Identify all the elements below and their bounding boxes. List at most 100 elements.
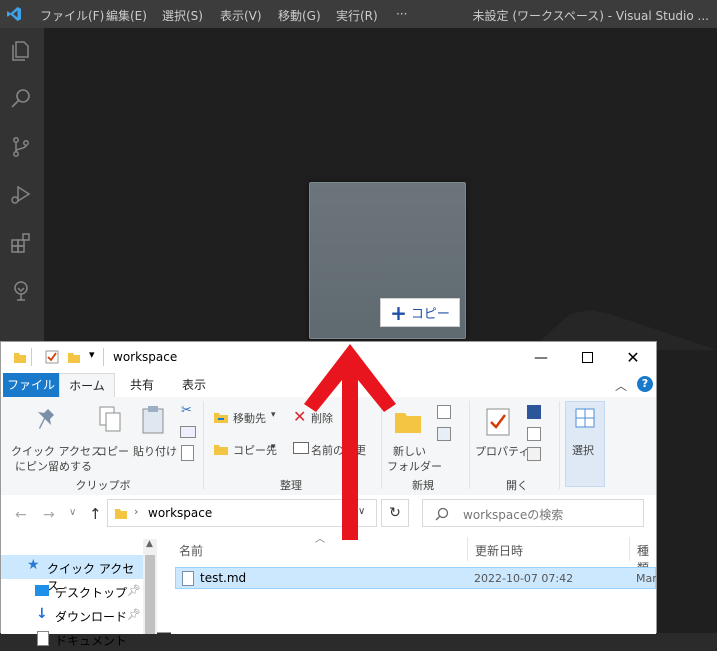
folder-icon bbox=[14, 353, 26, 363]
search-icon[interactable] bbox=[6, 84, 36, 114]
minimize-icon[interactable]: — bbox=[518, 342, 564, 373]
star-icon: ★ bbox=[27, 557, 40, 573]
new-folder-quick-icon[interactable] bbox=[67, 350, 81, 364]
explorer-icon[interactable] bbox=[6, 36, 36, 66]
copy-to-dropdown-icon: ▾ bbox=[271, 442, 276, 452]
maximize-icon[interactable] bbox=[564, 342, 610, 373]
desktop-icon bbox=[35, 585, 49, 596]
quick-toolbar-dropdown-icon[interactable]: ▾ bbox=[89, 348, 95, 361]
document-icon bbox=[37, 631, 49, 646]
column-divider bbox=[467, 537, 468, 561]
menu-go[interactable]: 移動(G) bbox=[278, 7, 321, 24]
properties-button[interactable]: プロパティ bbox=[473, 401, 529, 471]
scroll-thumb[interactable] bbox=[145, 555, 155, 634]
group-divider bbox=[559, 401, 560, 489]
divider bbox=[31, 348, 32, 366]
copy-badge: + コピー bbox=[380, 298, 460, 327]
column-modified[interactable]: 更新日時 bbox=[475, 542, 523, 559]
paste-shortcut-icon[interactable] bbox=[181, 445, 194, 461]
properties-label: プロパティ bbox=[475, 445, 530, 458]
table-row[interactable]: test.md 2022-10-07 07:42 Mar bbox=[175, 567, 656, 589]
search-icon bbox=[435, 507, 449, 521]
pin-label-1: クイック アクセス bbox=[11, 445, 102, 458]
new-item-icon[interactable] bbox=[437, 405, 451, 419]
menu-view[interactable]: 表示(V) bbox=[220, 7, 262, 24]
move-to-button[interactable]: 移動先 ▾ bbox=[211, 407, 281, 429]
vscode-titlebar: ファイル(F) 編集(E) 選択(S) 表示(V) 移動(G) 実行(R) ··… bbox=[0, 0, 717, 28]
new-item-small-buttons bbox=[435, 405, 463, 465]
extensions-icon[interactable] bbox=[6, 228, 36, 258]
group-divider bbox=[203, 401, 204, 489]
pin-icon bbox=[38, 409, 54, 429]
recent-dropdown-icon[interactable]: ∨ bbox=[69, 507, 76, 518]
edit-icon[interactable] bbox=[527, 427, 541, 441]
properties-check-icon[interactable] bbox=[45, 350, 59, 364]
source-control-icon[interactable] bbox=[6, 132, 36, 162]
red-arrow-icon bbox=[304, 344, 396, 540]
properties-icon bbox=[486, 408, 510, 436]
nav-item-quick-access[interactable]: ★ クイック アクセス bbox=[1, 555, 143, 593]
nav-item-documents[interactable]: ドキュメント bbox=[1, 627, 143, 651]
nav-scrollbar[interactable]: ▲ bbox=[143, 539, 157, 634]
nav-item-downloads[interactable]: ↓ ダウンロード 📌︎ bbox=[1, 603, 143, 627]
tab-file[interactable]: ファイル bbox=[3, 373, 59, 397]
vscode-open-icon[interactable] bbox=[527, 405, 541, 419]
menu-run[interactable]: 実行(R) bbox=[336, 7, 378, 24]
column-divider bbox=[629, 537, 630, 561]
nav-label: ダウンロード bbox=[55, 610, 128, 624]
copy-to-button[interactable]: コピー先 ▾ bbox=[211, 439, 281, 461]
file-type: Mar bbox=[636, 572, 656, 585]
pinned-icon: 📌︎ bbox=[127, 584, 141, 597]
close-icon[interactable]: ✕ bbox=[610, 342, 656, 373]
copy-badge-label: コピー bbox=[410, 307, 450, 322]
up-icon[interactable]: ↑ bbox=[89, 505, 102, 523]
vscode-logo-icon bbox=[7, 7, 21, 21]
menu-edit[interactable]: 編集(E) bbox=[106, 7, 147, 24]
copy-to-icon bbox=[214, 445, 228, 455]
explorer-title: workspace bbox=[113, 350, 178, 364]
ribbon-collapse-icon[interactable]: ︿ bbox=[615, 377, 627, 394]
nav-item-desktop[interactable]: デスクトップ 📌︎ bbox=[1, 579, 143, 603]
address-path: workspace bbox=[148, 506, 213, 520]
move-to-label: 移動先 bbox=[233, 412, 266, 425]
easy-access-icon[interactable] bbox=[437, 427, 451, 441]
paste-button[interactable]: 貼り付け bbox=[132, 401, 177, 471]
tab-view[interactable]: 表示 bbox=[171, 373, 217, 397]
nav-label: ドキュメント bbox=[55, 634, 128, 648]
group-divider bbox=[469, 401, 470, 489]
search-box[interactable]: workspaceの検索 bbox=[422, 499, 644, 527]
file-modified: 2022-10-07 07:42 bbox=[474, 572, 574, 585]
nav-label: デスクトップ bbox=[55, 586, 128, 600]
select-label: 選択 bbox=[572, 444, 594, 457]
scroll-up-icon[interactable]: ▲ bbox=[146, 539, 153, 549]
new-group-label: 新規 bbox=[412, 479, 434, 492]
menu-selection[interactable]: 選択(S) bbox=[162, 7, 203, 24]
open-group-label: 開く bbox=[506, 479, 528, 492]
download-icon: ↓ bbox=[36, 606, 48, 622]
tab-share[interactable]: 共有 bbox=[119, 373, 165, 397]
back-icon[interactable]: ← bbox=[15, 507, 27, 523]
help-icon[interactable]: ? bbox=[637, 376, 653, 392]
scissors-icon[interactable]: ✂ bbox=[181, 403, 192, 418]
menu-file[interactable]: ファイル(F) bbox=[40, 7, 104, 24]
pin-quick-access-button[interactable]: クイック アクセス にピン留めする bbox=[7, 401, 102, 473]
run-debug-icon[interactable] bbox=[6, 180, 36, 210]
copy-button[interactable]: コピー bbox=[94, 401, 129, 471]
plus-icon: + bbox=[390, 300, 407, 325]
pin-label-2: にピン留めする bbox=[15, 460, 92, 473]
select-button[interactable]: 選択 bbox=[565, 401, 605, 487]
divider bbox=[103, 348, 104, 366]
menu-more[interactable]: ··· bbox=[396, 7, 407, 21]
folder-icon bbox=[115, 509, 127, 519]
column-name[interactable]: 名前 bbox=[179, 542, 203, 559]
history-icon[interactable] bbox=[527, 447, 541, 461]
tab-home[interactable]: ホーム bbox=[59, 373, 115, 397]
remote-icon[interactable] bbox=[6, 276, 36, 306]
open-small-buttons bbox=[525, 405, 553, 465]
clipboard-small-buttons: ✂ bbox=[179, 403, 196, 465]
copy-icon bbox=[99, 406, 121, 432]
search-placeholder: workspaceの検索 bbox=[463, 508, 564, 522]
copy-path-icon[interactable] bbox=[180, 426, 196, 438]
paste-label: 貼り付け bbox=[133, 445, 177, 458]
forward-icon[interactable]: → bbox=[43, 507, 55, 523]
